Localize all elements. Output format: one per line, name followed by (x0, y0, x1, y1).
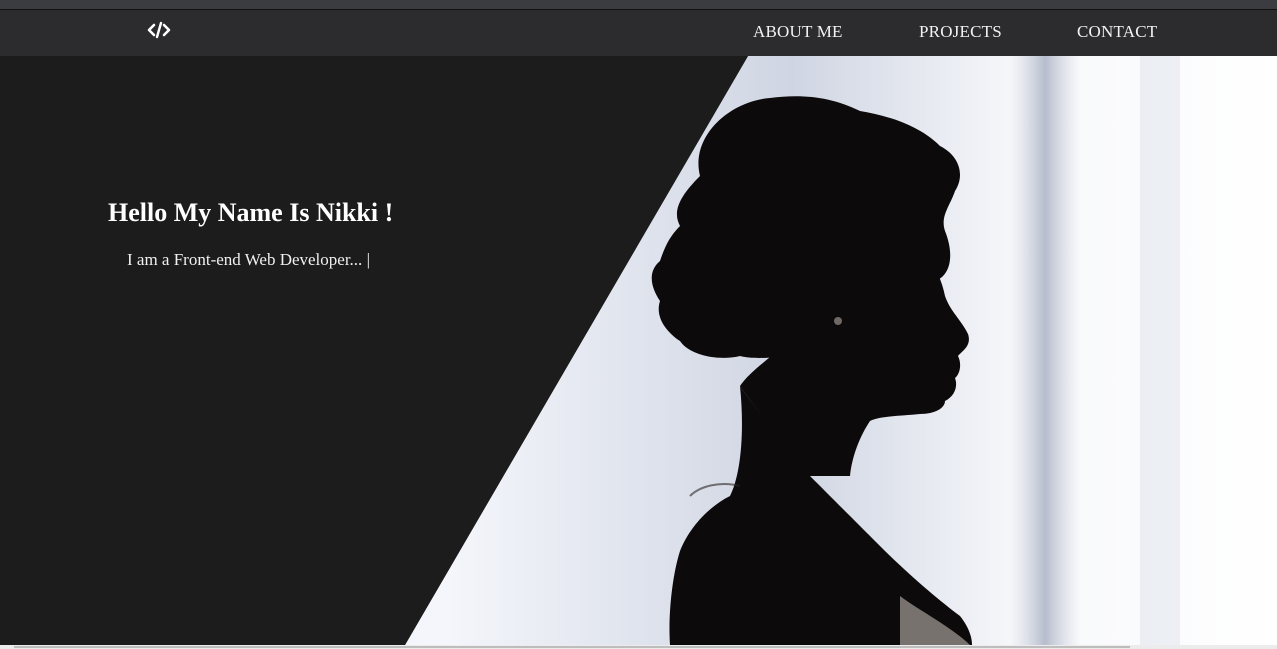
typing-caret: | (366, 250, 370, 269)
horizontal-scrollbar-thumb[interactable] (14, 646, 1130, 648)
nav-contact[interactable]: CONTACT (1077, 22, 1157, 42)
navbar: ABOUT ME PROJECTS CONTACT (0, 10, 1277, 56)
browser-top-edge (0, 0, 1277, 10)
nav-about-me[interactable]: ABOUT ME (753, 22, 843, 42)
nav-projects[interactable]: PROJECTS (919, 22, 1002, 42)
hero-section: Hello My Name Is Nikki ! I am a Front-en… (0, 56, 1277, 645)
code-logo-icon[interactable] (146, 20, 172, 40)
hero-subtitle: I am a Front-end Web Developer... | (127, 250, 370, 270)
hero-subtitle-text: I am a Front-end Web Developer... (127, 250, 363, 269)
hero-title: Hello My Name Is Nikki ! (108, 198, 394, 227)
